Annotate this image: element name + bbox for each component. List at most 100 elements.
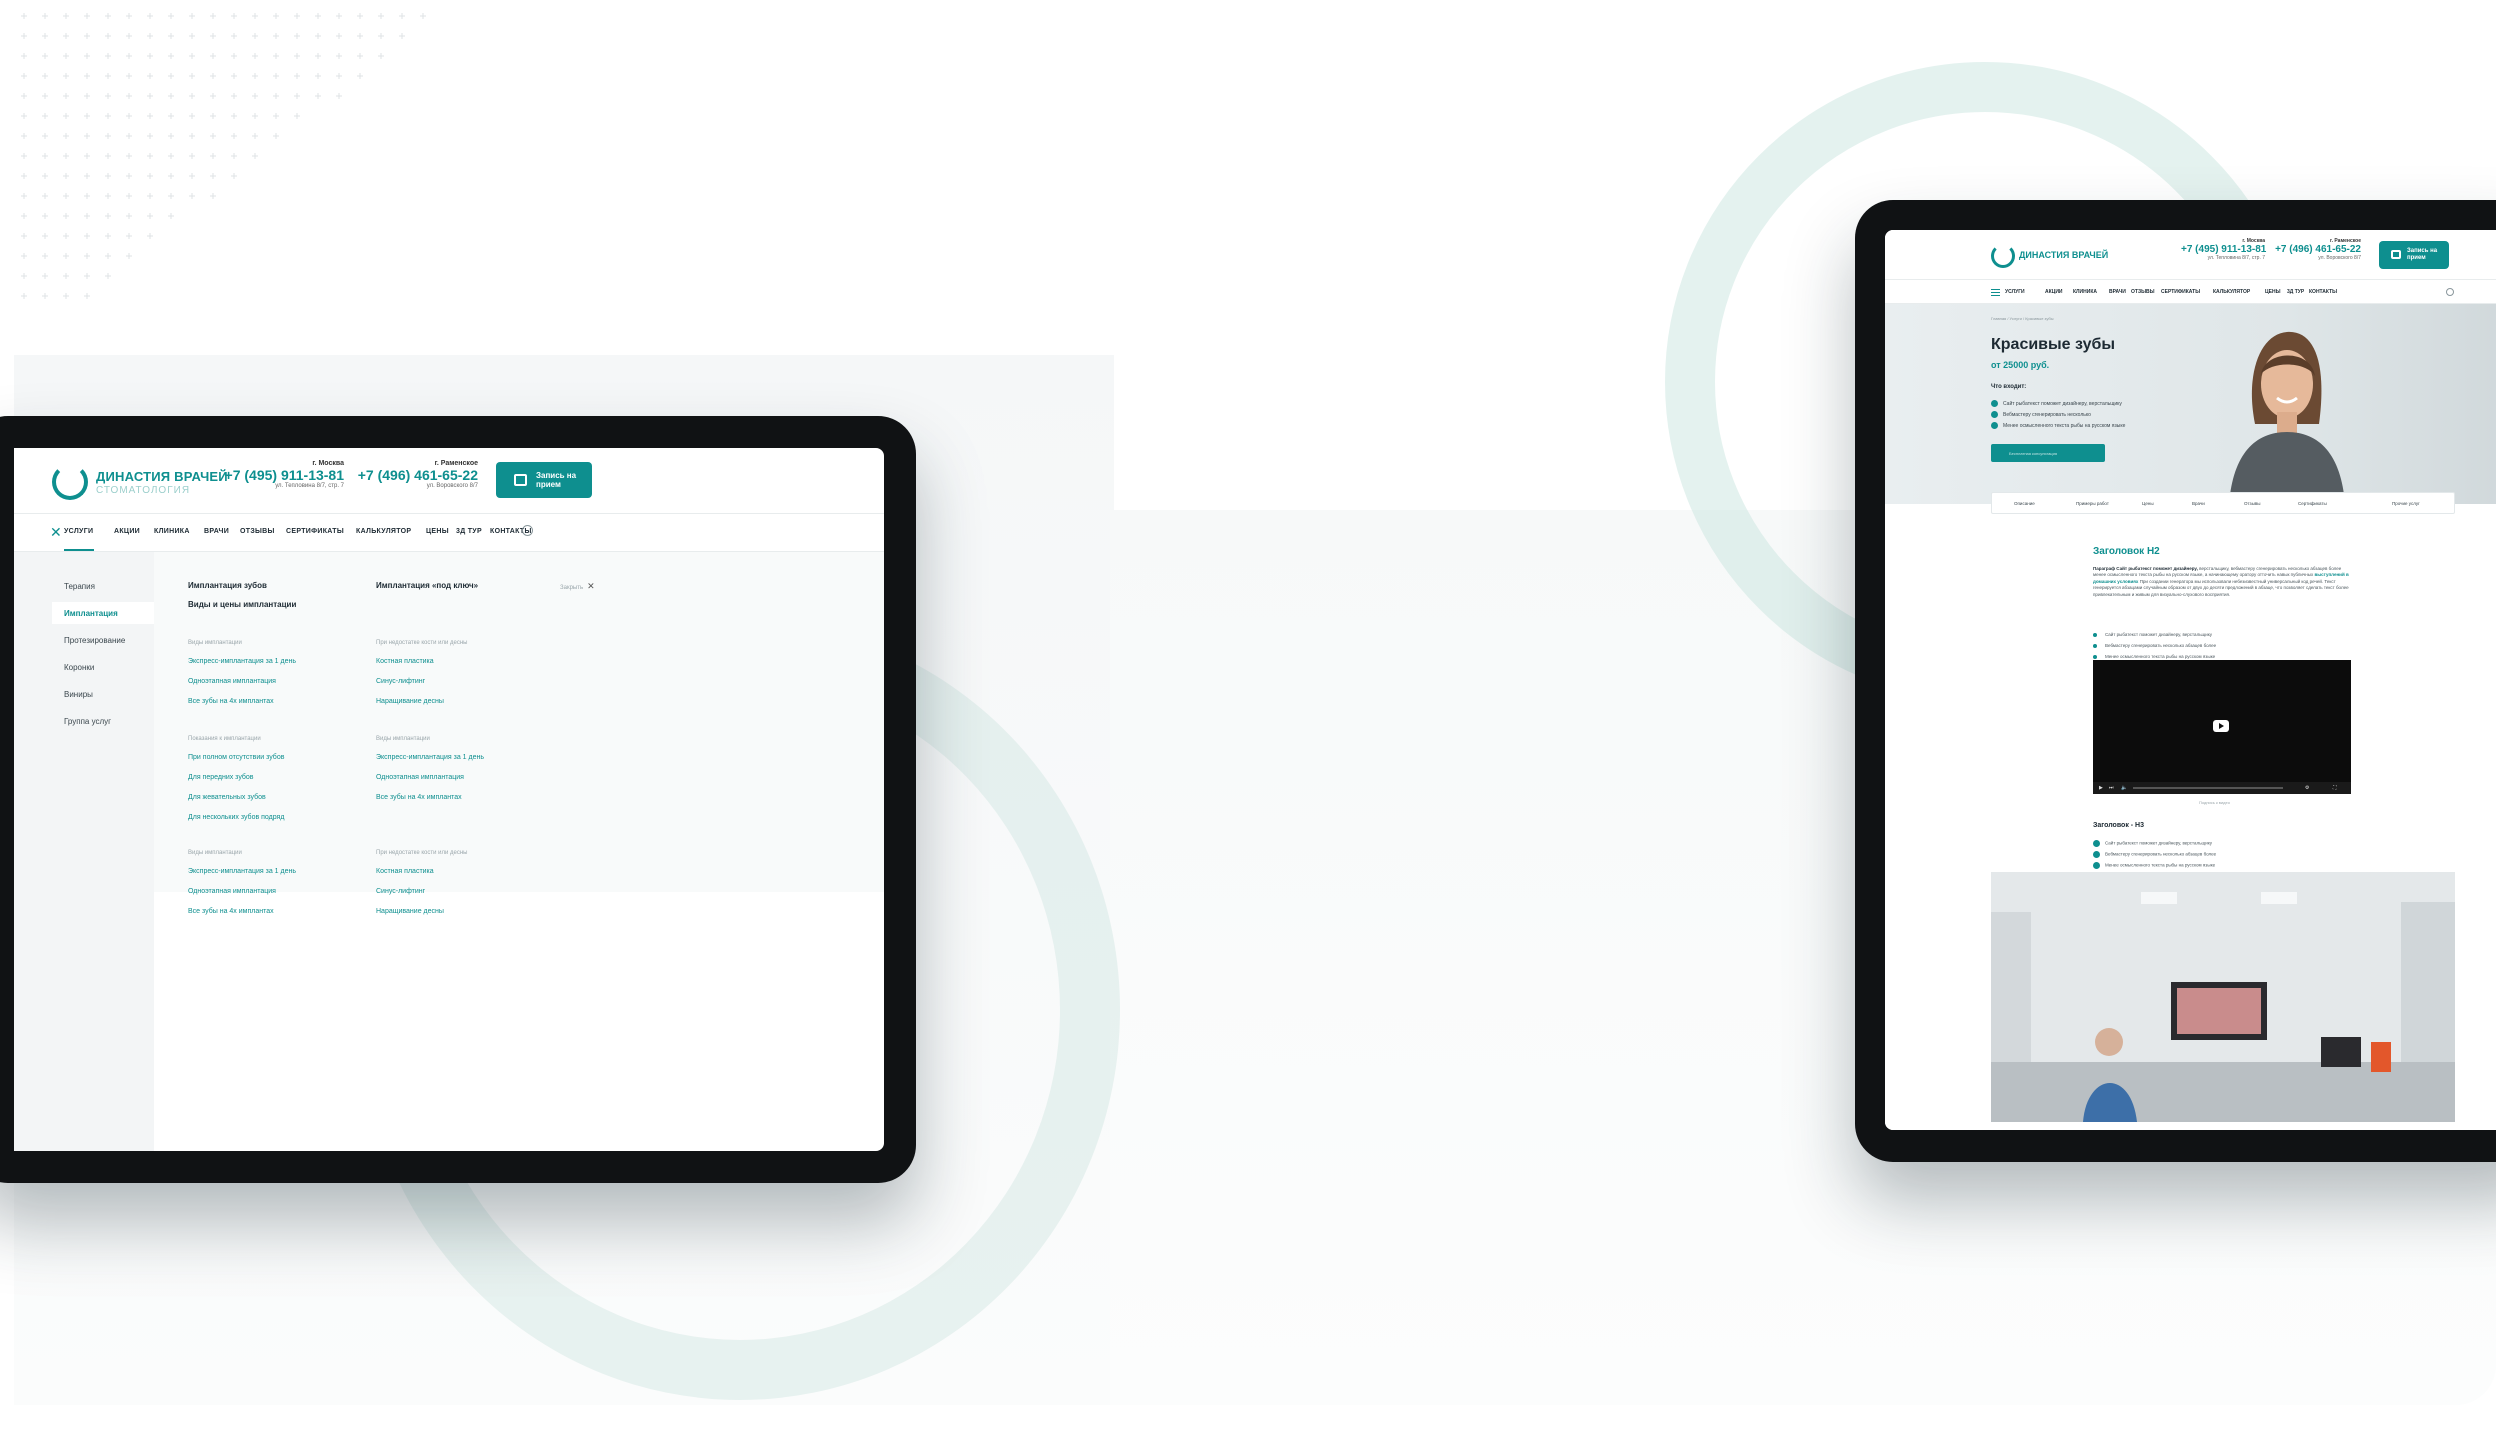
play-icon[interactable] — [2213, 720, 2229, 732]
contact-moscow: г. Москва +7 (495) 911-13-81 ул. Теплови… — [224, 460, 344, 489]
nav-item[interactable]: КОНТАКТЫ — [2309, 289, 2337, 295]
menu-link[interactable]: Все зубы на 4х имплантах — [376, 794, 462, 801]
paragraph-lead: Параграф Сайт рыбатекст поможет дизайнер… — [2093, 566, 2198, 571]
menu-panel: Имплантация зубов Виды и цены имплантаци… — [154, 552, 884, 1151]
menu-link[interactable]: При полном отсутствии зубов — [188, 754, 284, 761]
menu-icon[interactable] — [1991, 289, 2000, 296]
check-icon — [1991, 411, 1998, 418]
menu-link[interactable]: Экспресс-имплантация за 1 день — [188, 868, 296, 875]
nav-item[interactable]: 3Д ТУР — [2287, 289, 2304, 295]
menu-link[interactable]: Экспресс-имплантация за 1 день — [376, 754, 484, 761]
tab[interactable]: Прочие услуг — [2392, 501, 2420, 506]
search-icon[interactable] — [2446, 288, 2454, 296]
column-subtitle: Виды и цены имплантации — [188, 600, 297, 609]
tablet-screen-left: ДИНАСТИЯ ВРАЧЕЙ СТОМАТОЛОГИЯ г. Москва +… — [14, 448, 884, 1151]
sidebar-item[interactable]: Виниры — [64, 690, 93, 699]
menu-link[interactable]: Экспресс-имплантация за 1 день — [188, 658, 296, 665]
menu-link[interactable]: Все зубы на 4х имплантах — [188, 698, 274, 705]
sidebar-item[interactable]: Группа услуг — [64, 717, 111, 726]
tab[interactable]: Врачи — [2192, 501, 2205, 506]
nav-item[interactable]: КАЛЬКУЛЯТОР — [356, 528, 411, 535]
clinic-photo — [1991, 872, 2455, 1122]
check-item-text: Сайт рыбатекст поможет дизайнеру, верста… — [2105, 840, 2213, 846]
fullscreen-icon[interactable]: ⛶ — [2333, 785, 2337, 791]
nav-item[interactable]: ОТЗЫВЫ — [240, 528, 275, 535]
logo-icon — [52, 464, 88, 500]
contact-address: ул. Тепловина 8/7, стр. 7 — [275, 483, 344, 489]
video-progress-bar[interactable] — [2133, 787, 2283, 789]
nav-item[interactable]: УСЛУГИ — [2005, 289, 2025, 295]
video-caption: Подпись к видео — [2199, 800, 2230, 805]
contact-ramenskoe: г. Раменское +7 (496) 461-65-22 ул. Воро… — [350, 460, 478, 489]
phone-link[interactable]: +7 (496) 461-65-22 — [350, 467, 478, 483]
menu-link[interactable]: Одноэтапная имплантация — [188, 888, 276, 895]
tab[interactable]: Цены — [2142, 501, 2154, 506]
logo-name[interactable]: ДИНАСТИЯ ВРАЧЕЙ — [96, 469, 228, 484]
search-icon[interactable] — [522, 525, 533, 536]
settings-icon[interactable]: ⚙ — [2305, 785, 2309, 791]
menu-link[interactable]: Для передних зубов — [188, 774, 254, 781]
close-icon[interactable]: ✕ — [50, 524, 62, 541]
menu-link[interactable]: Одноэтапная имплантация — [188, 678, 276, 685]
menu-link[interactable]: Одноэтапная имплантация — [376, 774, 464, 781]
contact-city: г. Раменское — [434, 460, 478, 467]
nav-item[interactable]: СЕРТИФИКАТЫ — [286, 528, 344, 535]
contact-address: ул. Воровского 8/7 — [426, 483, 478, 489]
menu-link[interactable]: Синус-лифтинг — [376, 888, 425, 895]
breadcrumb[interactable]: Главная / Услуги / Красивые зубы — [1991, 316, 2054, 321]
contact-ramenskoe: г. Раменское +7 (496) 461-65-22 ул. Воро… — [2269, 238, 2361, 261]
sidebar-item-active[interactable]: Имплантация — [64, 609, 118, 618]
consultation-button[interactable]: Бесплатная консультация — [1991, 444, 2105, 462]
nav-item[interactable]: ВРАЧИ — [2109, 289, 2126, 295]
phone-link[interactable]: +7 (496) 461-65-22 — [2269, 244, 2361, 255]
sidebar-item[interactable]: Терапия — [64, 582, 95, 591]
check-icon — [1991, 422, 1998, 429]
appointment-button-label: Запись на прием — [536, 471, 577, 489]
logo-name[interactable]: ДИНАСТИЯ ВРАЧЕЙ — [2019, 250, 2108, 260]
check-item-text: Менее осмысленного текста рыбы на русско… — [2105, 862, 2216, 868]
skip-icon[interactable]: ⏭ — [2109, 785, 2114, 791]
group-label: Виды имплантации — [188, 850, 242, 856]
nav-item[interactable]: КЛИНИКА — [2073, 289, 2097, 295]
service-tabs: Описание Примеры работ Цены Врачи Отзывы… — [1991, 492, 2455, 514]
nav-item[interactable]: КЛИНИКА — [154, 528, 190, 535]
bullet-item: Сайт рыбатекст поможет дизайнеру, верста… — [2093, 632, 2212, 637]
nav-item[interactable]: ЦЕНЫ — [2265, 289, 2281, 295]
video-player[interactable]: ▶ ⏭ 🔈 ⚙ ⛶ — [2093, 660, 2351, 794]
nav-item[interactable]: АКЦИИ — [2045, 289, 2063, 295]
volume-icon[interactable]: 🔈 — [2121, 785, 2127, 791]
group-label: При недостатке кости или десны — [376, 640, 468, 646]
nav-item[interactable]: СЕРТИФИКАТЫ — [2161, 289, 2200, 295]
phone-link[interactable]: +7 (495) 911-13-81 — [2181, 244, 2266, 255]
nav-item[interactable]: КАЛЬКУЛЯТОР — [2213, 289, 2250, 295]
menu-link[interactable]: Синус-лифтинг — [376, 678, 425, 685]
nav-item[interactable]: АКЦИИ — [114, 528, 140, 535]
nav-item[interactable]: ОТЗЫВЫ — [2131, 289, 2154, 295]
menu-link[interactable]: Наращивание десны — [376, 908, 444, 915]
tab[interactable]: Описание — [2014, 501, 2035, 506]
tab[interactable]: Примеры работ — [2076, 501, 2109, 506]
menu-link[interactable]: Наращивание десны — [376, 698, 444, 705]
menu-link[interactable]: Костная пластика — [376, 868, 434, 875]
appointment-button[interactable]: Запись на прием — [496, 462, 592, 498]
nav-item[interactable]: 3Д ТУР — [456, 528, 482, 535]
group-label: Показания к имплантации — [188, 736, 261, 742]
nav-item[interactable]: ВРАЧИ — [204, 528, 229, 535]
close-menu-button[interactable]: Закрыть ✕ — [560, 581, 595, 592]
phone-link[interactable]: +7 (495) 911-13-81 — [224, 467, 344, 483]
play-icon[interactable]: ▶ — [2099, 785, 2103, 791]
menu-link[interactable]: Все зубы на 4х имплантах — [188, 908, 274, 915]
section-heading-h3: Заголовок - Н3 — [2093, 822, 2144, 829]
nav-item[interactable]: УСЛУГИ — [64, 528, 93, 535]
sidebar-item[interactable]: Коронки — [64, 663, 94, 672]
menu-link[interactable]: Для нескольких зубов подряд — [188, 814, 284, 821]
appointment-button[interactable]: Запись на прием — [2379, 241, 2449, 269]
tab[interactable]: Отзывы — [2244, 501, 2260, 506]
menu-link[interactable]: Костная пластика — [376, 658, 434, 665]
sidebar-item[interactable]: Протезирование — [64, 636, 125, 645]
tab[interactable]: Сертификаты — [2298, 501, 2327, 506]
menu-link[interactable]: Для жевательных зубов — [188, 794, 266, 801]
menu-sidebar: Терапия Имплантация Протезирование Корон… — [14, 552, 154, 1151]
include-item: Менее осмысленного текста рыбы на русско… — [1991, 422, 2125, 429]
nav-item[interactable]: ЦЕНЫ — [426, 528, 449, 535]
